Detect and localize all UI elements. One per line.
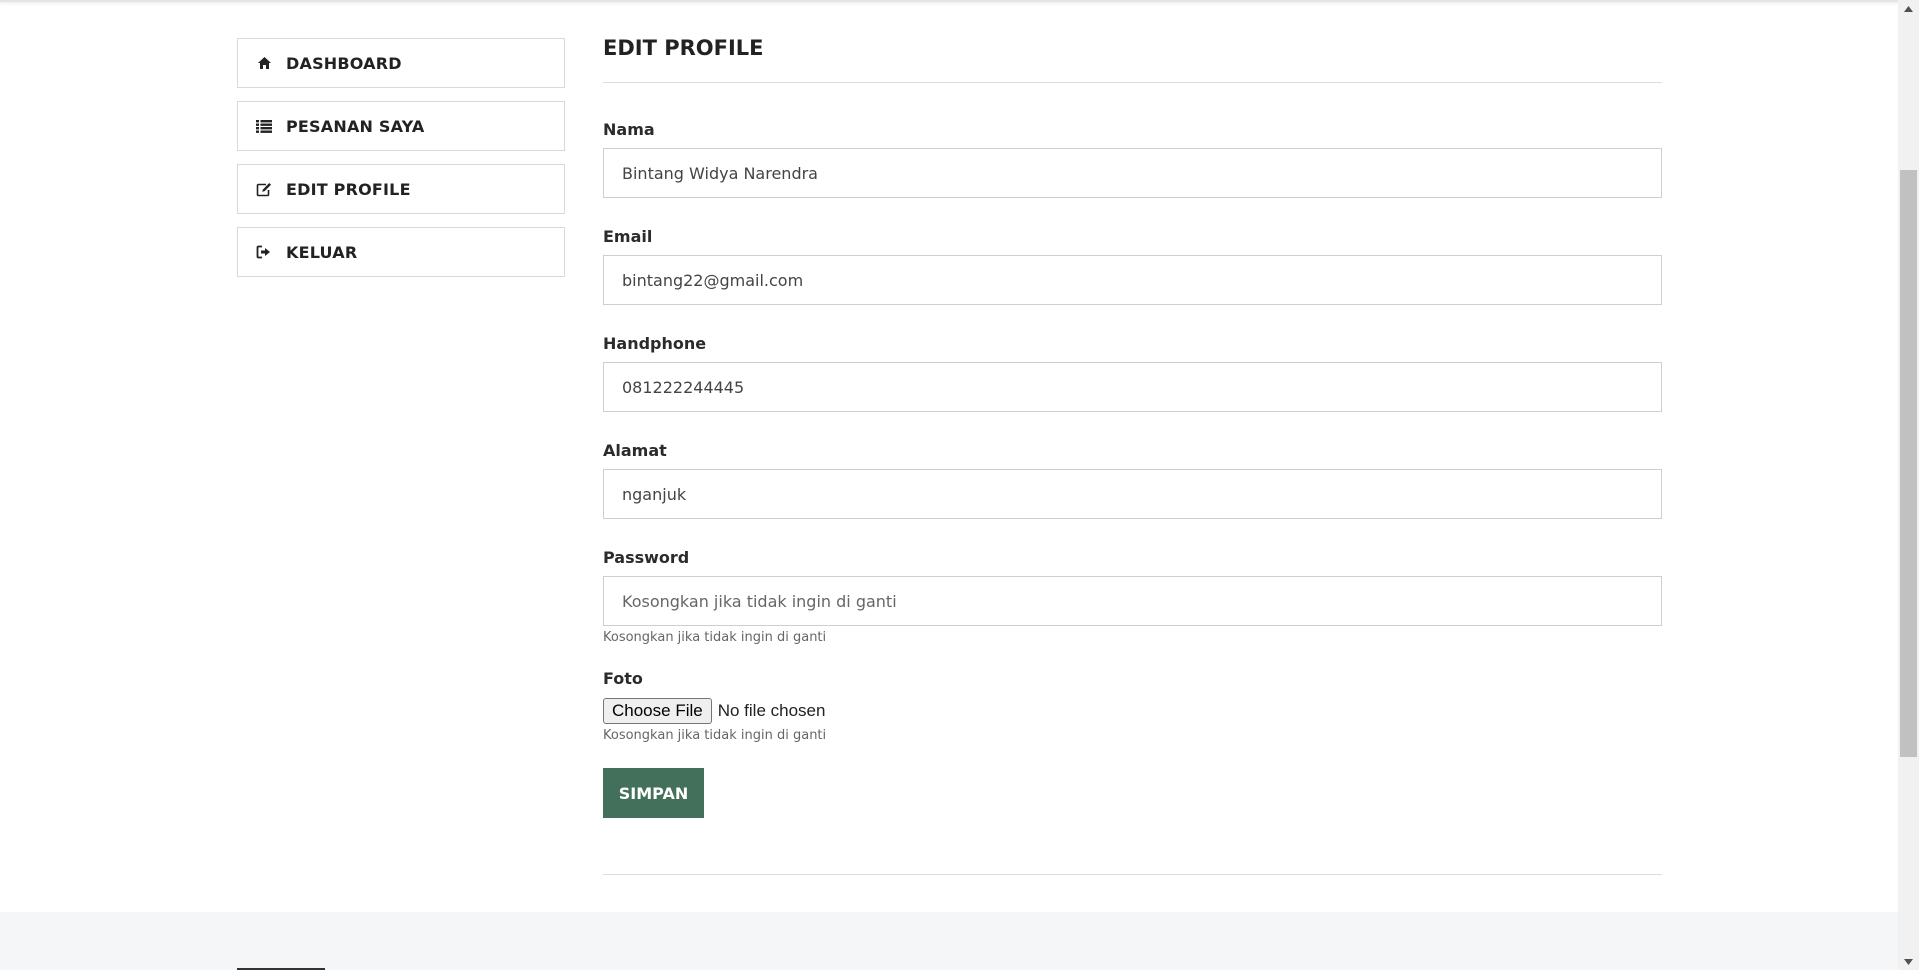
- footer: [0, 912, 1898, 970]
- edit-profile-panel: EDIT PROFILE Nama Email Handphone Alamat…: [603, 30, 1662, 875]
- field-foto: Foto Choose File No file chosen Kosongka…: [603, 668, 1662, 744]
- bottom-divider: [603, 874, 1662, 875]
- edit-profile-form: Nama Email Handphone Alamat Password Kos…: [603, 119, 1662, 818]
- top-header-edge: [0, 0, 1898, 2]
- sidebar-item-label: EDIT PROFILE: [286, 179, 411, 199]
- field-password: Password Kosongkan jika tidak ingin di g…: [603, 547, 1662, 646]
- handphone-label: Handphone: [603, 334, 707, 353]
- sidebar: DASHBOARD PESANAN SAYA EDIT PROFILE KELU…: [237, 38, 565, 290]
- alamat-input[interactable]: [603, 469, 1662, 519]
- choose-file-button[interactable]: Choose File: [603, 698, 712, 724]
- sidebar-item-pesanan-saya[interactable]: PESANAN SAYA: [237, 101, 565, 151]
- page-title: EDIT PROFILE: [603, 36, 764, 60]
- field-handphone: Handphone: [603, 333, 1662, 412]
- foto-label: Foto: [603, 669, 643, 688]
- password-help-text: Kosongkan jika tidak ingin di ganti: [603, 630, 827, 645]
- title-divider: [603, 82, 1662, 83]
- field-nama: Nama: [603, 119, 1662, 198]
- nama-input[interactable]: [603, 148, 1662, 198]
- simpan-button[interactable]: SIMPAN: [603, 768, 704, 818]
- nama-label: Nama: [603, 120, 655, 139]
- sidebar-item-label: PESANAN SAYA: [286, 116, 425, 136]
- page-scrollbar[interactable]: [1898, 0, 1919, 970]
- sidebar-item-label: KELUAR: [286, 242, 358, 262]
- file-picker: Choose File No file chosen: [603, 698, 1662, 724]
- scroll-up-arrow-icon[interactable]: [1898, 0, 1919, 17]
- list-icon: [256, 118, 272, 134]
- field-email: Email: [603, 226, 1662, 305]
- password-input[interactable]: [603, 576, 1662, 626]
- field-alamat: Alamat: [603, 440, 1662, 519]
- home-icon: [256, 55, 272, 71]
- handphone-input[interactable]: [603, 362, 1662, 412]
- sidebar-item-label: DASHBOARD: [286, 53, 402, 73]
- scrollbar-thumb[interactable]: [1900, 170, 1917, 757]
- alamat-label: Alamat: [603, 441, 667, 460]
- edit-icon: [256, 181, 272, 197]
- file-status: No file chosen: [717, 701, 826, 720]
- email-input[interactable]: [603, 255, 1662, 305]
- email-label: Email: [603, 227, 653, 246]
- scroll-down-arrow-icon[interactable]: [1898, 953, 1919, 970]
- sidebar-item-keluar[interactable]: KELUAR: [237, 227, 565, 277]
- sidebar-item-dashboard[interactable]: DASHBOARD: [237, 38, 565, 88]
- form-actions: SIMPAN: [603, 768, 1662, 818]
- sign-out-icon: [256, 244, 272, 260]
- password-label: Password: [603, 548, 690, 567]
- foto-help-text: Kosongkan jika tidak ingin di ganti: [603, 728, 827, 743]
- sidebar-item-edit-profile[interactable]: EDIT PROFILE: [237, 164, 565, 214]
